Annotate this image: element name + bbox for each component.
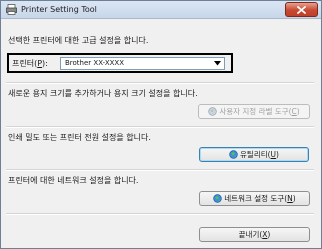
printer-select[interactable]: Brother XX-XXXX (60, 57, 225, 70)
chevron-down-icon[interactable] (214, 61, 221, 66)
utility-text: 인쇄 밀도 또는 프린터 전원 설정을 합니다. (8, 133, 151, 142)
network-text: 프린터에 대한 네트워크 설정을 합니다. (8, 176, 139, 185)
utility-button[interactable]: 유틸리티(U) (199, 147, 309, 162)
close-icon (297, 5, 306, 14)
exit-button-label: 끝내기(X) (238, 230, 271, 239)
divider (6, 169, 314, 171)
custom-label-tool-button[interactable]: 사용자 지정 라벨 도구(C) (198, 104, 310, 119)
printer-selection-highlight: 프린터(P): Brother XX-XXXX (7, 53, 233, 73)
network-setting-tool-button-label: 네트워크 설정 도구(N) (224, 194, 296, 203)
window-title: Printer Setting Tool (21, 5, 97, 14)
divider (6, 126, 314, 128)
paper-size-text: 새로운 용지 크기를 추가하거나 용지 크기 설정을 합니다. (8, 89, 198, 98)
globe-icon (213, 194, 222, 203)
globe-icon (208, 107, 218, 116)
custom-label-tool-button-label: 사용자 지정 라벨 도구(C) (219, 107, 300, 116)
printer-icon (6, 4, 17, 15)
utility-button-label: 유틸리티(U) (240, 150, 279, 159)
title-bar[interactable]: Printer Setting Tool (1, 1, 321, 19)
printer-select-value: Brother XX-XXXX (65, 59, 125, 67)
printer-setting-tool-window: Printer Setting Tool 선택한 프린터에 대한 고급 설정을 … (0, 0, 322, 249)
network-setting-tool-button[interactable]: 네트워크 설정 도구(N) (199, 191, 310, 206)
dialog-body: 선택한 프린터에 대한 고급 설정을 합니다. 프린터(P): Brother … (2, 20, 320, 248)
intro-text: 선택한 프린터에 대한 고급 설정을 합니다. (8, 36, 149, 45)
exit-button[interactable]: 끝내기(X) (199, 227, 310, 242)
printer-label: 프린터(P): (12, 59, 48, 68)
close-button[interactable] (285, 2, 318, 17)
divider (6, 213, 314, 215)
globe-icon (229, 150, 238, 159)
divider (6, 82, 314, 84)
